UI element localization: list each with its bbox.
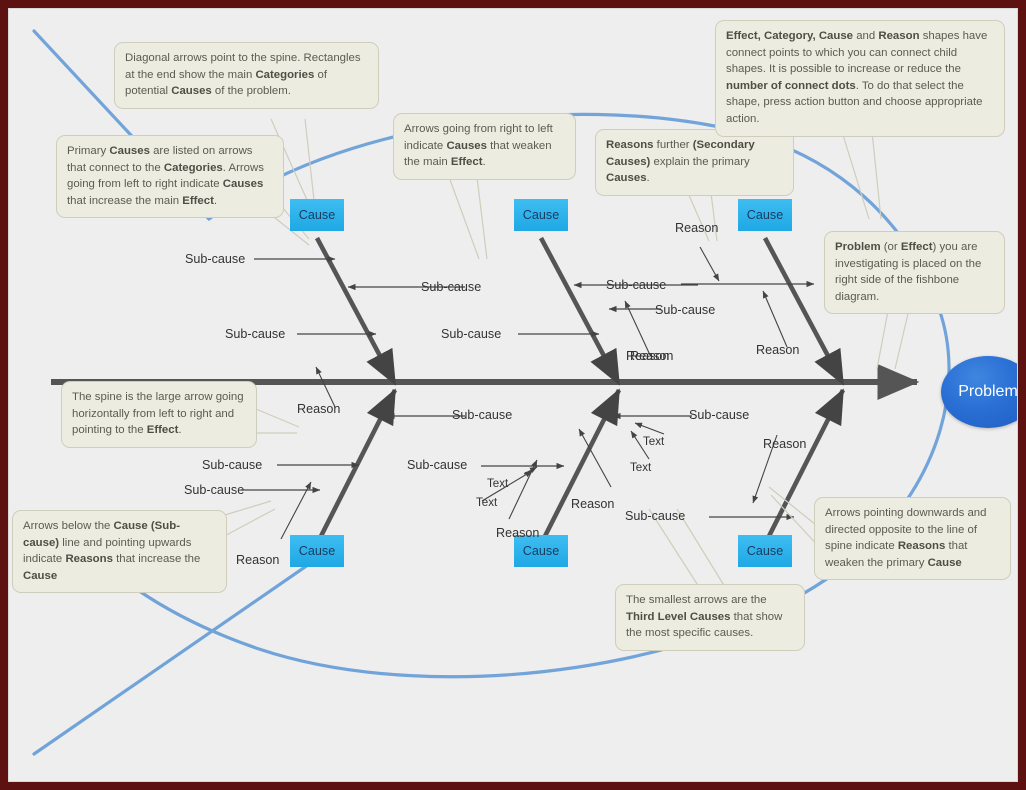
category-box-bottom-right[interactable]: Cause [738, 535, 792, 567]
category-box-label: Cause [746, 208, 784, 222]
note-primary-causes: Primary Causes are listed on arrows that… [56, 135, 284, 219]
label-subcause: Sub-cause [452, 408, 513, 422]
note-third-level: The smallest arrows are the Third Level … [615, 584, 805, 651]
label-reason-hidden: Reason [630, 349, 674, 363]
category-box-label: Cause [522, 544, 560, 558]
category-bone-upper-middle [538, 236, 622, 386]
label-reason: Reason [236, 553, 280, 567]
category-box-label: Cause [298, 544, 336, 558]
note-problem-effect: Problem (or Effect) you are investigatin… [824, 231, 1005, 315]
label-reason: Reason [297, 402, 341, 416]
category-box-label: Cause [298, 208, 336, 222]
label-reason: Reason [756, 343, 800, 357]
diagram-canvas: Cause Cause Cause Cause Cause Cause Prob… [8, 8, 1018, 782]
category-box-top-left[interactable]: Cause [290, 199, 344, 231]
note-connect-points: Effect, Category, Cause and Reason shape… [715, 20, 1005, 137]
label-subcause: Sub-cause [407, 458, 468, 472]
category-box-top-middle[interactable]: Cause [514, 199, 568, 231]
note-reasons-secondary: Reasons further (Secondary Causes) expla… [595, 129, 794, 196]
label-reason: Reason [675, 221, 719, 235]
category-bone-upper-left [314, 236, 398, 386]
note-arrows-below: Arrows below the Cause (Sub-cause) line … [12, 510, 227, 594]
reason-arrows-lower [280, 422, 778, 540]
label-text: Text [476, 496, 498, 509]
label-reason: Reason [763, 437, 807, 451]
label-subcause: Sub-cause [606, 278, 667, 292]
callout-tails [204, 118, 916, 588]
label-subcause: Sub-cause [202, 458, 263, 472]
label-subcause: Sub-cause [185, 252, 246, 266]
note-arrows-downwards: Arrows pointing downwards and directed o… [814, 497, 1011, 581]
label-text: Text [643, 435, 665, 448]
label-text: Text [630, 461, 652, 474]
note-spine: The spine is the large arrow going horiz… [61, 381, 257, 448]
label-subcause: Sub-cause [625, 509, 686, 523]
category-bone-lower-middle [538, 388, 622, 546]
label-subcause: Sub-cause [184, 483, 245, 497]
category-box-top-right[interactable]: Cause [738, 199, 792, 231]
label-subcause: Sub-cause [421, 280, 482, 294]
label-subcause: Sub-cause [441, 327, 502, 341]
note-diagonal-arrows: Diagonal arrows point to the spine. Rect… [114, 42, 379, 109]
category-box-bottom-left[interactable]: Cause [290, 535, 344, 567]
label-subcause: Sub-cause [689, 408, 750, 422]
subcause-arrows-upper-left [254, 255, 465, 338]
problem-label: Problem [958, 383, 1018, 400]
label-subcause: Sub-cause [655, 303, 716, 317]
label-subcause: Sub-cause [225, 327, 286, 341]
subcause-arrows-lower-left [241, 412, 465, 494]
label-text: Text [487, 477, 509, 490]
label-reason: Reason [496, 526, 540, 540]
category-box-label: Cause [522, 208, 560, 222]
note-right-to-left: Arrows going from right to left indicate… [393, 113, 576, 180]
label-reason: Reason [571, 497, 615, 511]
category-box-label: Cause [746, 544, 784, 558]
